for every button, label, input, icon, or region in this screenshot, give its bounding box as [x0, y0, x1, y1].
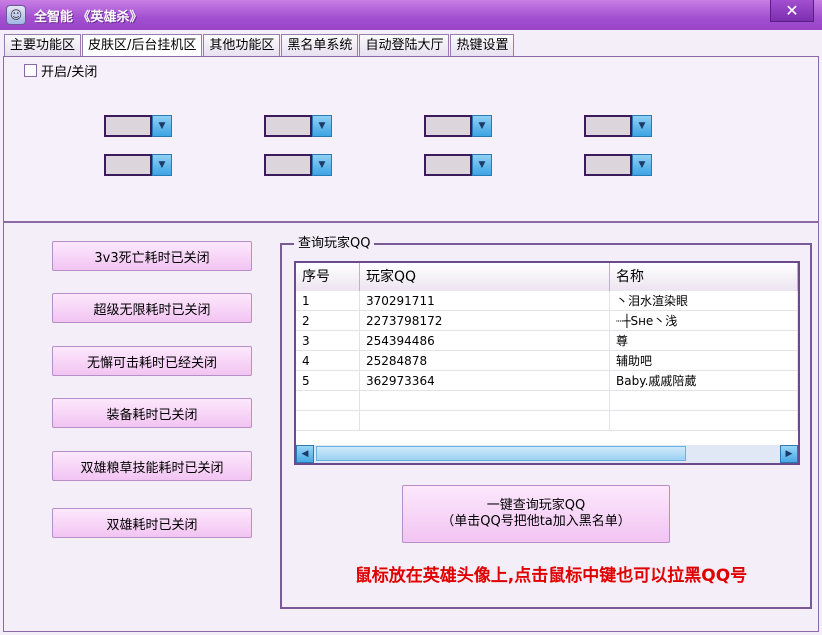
- skin-select-value: [264, 154, 312, 176]
- skin-select-value: [424, 115, 472, 137]
- chevron-down-icon[interactable]: ▼: [152, 115, 172, 137]
- row-qq[interactable]: 2273798172: [360, 311, 610, 331]
- toggle-3v3-death-delay-button[interactable]: 3v3死亡耗时已关闭: [52, 241, 252, 271]
- blacklist-hint-text: 鼠标放在英雄头像上,点击鼠标中键也可以拉黑QQ号: [354, 566, 748, 586]
- skin-select-7[interactable]: ▼: [424, 154, 494, 176]
- chevron-down-icon[interactable]: ▼: [632, 115, 652, 137]
- skin-select-4[interactable]: ▼: [584, 115, 654, 137]
- enable-checkbox-label: 开启/关闭: [41, 65, 98, 80]
- horizontal-scrollbar[interactable]: ◀ ▶: [296, 445, 798, 463]
- tab-main-functions[interactable]: 主要功能区: [4, 34, 82, 56]
- query-player-qq-group: 查询玩家QQ 序号 玩家QQ 名称 1 370291711 丶泪水渲染眼 2 2…: [280, 236, 812, 609]
- row-qq[interactable]: 254394486: [360, 331, 610, 351]
- chevron-down-icon[interactable]: ▼: [312, 115, 332, 137]
- toggle-duo-delay-button[interactable]: 双雄耗时已关闭: [52, 508, 252, 538]
- close-button[interactable]: ✕: [770, 0, 814, 22]
- query-button-title: 一键查询玩家QQ: [486, 498, 586, 513]
- row-name: 丶泪水渲染眼: [610, 291, 798, 311]
- afk-panel: 3v3死亡耗时已关闭 超级无限耗时已关闭 无懈可击耗时已经关闭 装备耗时已关闭 …: [3, 222, 819, 632]
- row-qq[interactable]: 370291711: [360, 291, 610, 311]
- row-index: 1: [296, 291, 360, 311]
- table-row[interactable]: 3 254394486 尊: [296, 331, 798, 351]
- tab-other-functions[interactable]: 其他功能区: [203, 34, 281, 56]
- skin-select-6[interactable]: ▼: [264, 154, 334, 176]
- scrollbar-thumb[interactable]: [316, 446, 686, 461]
- tab-skin-afk[interactable]: 皮肤区/后台挂机区: [82, 34, 203, 56]
- column-header-qq[interactable]: 玩家QQ: [360, 263, 610, 291]
- skin-select-2[interactable]: ▼: [264, 115, 334, 137]
- tab-hotkeys[interactable]: 热键设置: [450, 34, 515, 56]
- row-name: ┈┼Sне丶浅: [610, 311, 798, 331]
- query-player-qq-button[interactable]: 一键查询玩家QQ （单击QQ号把他ta加入黑名单）: [402, 485, 670, 543]
- chevron-down-icon[interactable]: ▼: [632, 154, 652, 176]
- window-title: 全智能 《英雄杀》: [34, 9, 143, 25]
- tab-auto-login[interactable]: 自动登陆大厅: [359, 34, 450, 56]
- row-index: 4: [296, 351, 360, 371]
- row-name: 辅助吧: [610, 351, 798, 371]
- chevron-down-icon[interactable]: ▼: [472, 154, 492, 176]
- skin-select-8[interactable]: ▼: [584, 154, 654, 176]
- skin-select-value: [584, 115, 632, 137]
- scroll-left-icon[interactable]: ◀: [296, 445, 314, 463]
- scroll-right-icon[interactable]: ▶: [780, 445, 798, 463]
- skin-select-5[interactable]: ▼: [104, 154, 174, 176]
- row-index: 3: [296, 331, 360, 351]
- empty-row: [296, 411, 798, 431]
- toggle-super-unlimited-delay-button[interactable]: 超级无限耗时已关闭: [52, 293, 252, 323]
- title-bar: ☺ 全智能 《英雄杀》 ✕: [0, 0, 822, 30]
- enable-toggle-row[interactable]: 开启/关闭: [24, 61, 97, 80]
- row-qq[interactable]: 362973364: [360, 371, 610, 391]
- skin-select-value: [104, 154, 152, 176]
- empty-row: [296, 391, 798, 411]
- enable-checkbox[interactable]: [24, 64, 37, 77]
- skin-select-value: [584, 154, 632, 176]
- row-name: Baby.戚戚陪葳: [610, 371, 798, 391]
- chevron-down-icon[interactable]: ▼: [152, 154, 172, 176]
- skin-select-3[interactable]: ▼: [424, 115, 494, 137]
- toggle-equipment-delay-button[interactable]: 装备耗时已关闭: [52, 398, 252, 428]
- skin-select-value: [264, 115, 312, 137]
- table-row[interactable]: 4 25284878 辅助吧: [296, 351, 798, 371]
- table-row[interactable]: 5 362973364 Baby.戚戚陪葳: [296, 371, 798, 391]
- toggle-duo-provision-skill-delay-button[interactable]: 双雄粮草技能耗时已关闭: [52, 451, 252, 481]
- toggle-nullification-delay-button[interactable]: 无懈可击耗时已经关闭: [52, 346, 252, 376]
- row-qq[interactable]: 25284878: [360, 351, 610, 371]
- tab-blacklist[interactable]: 黑名单系统: [281, 34, 359, 56]
- list-body: 1 370291711 丶泪水渲染眼 2 2273798172 ┈┼Sне丶浅 …: [296, 291, 798, 431]
- table-row[interactable]: 1 370291711 丶泪水渲染眼: [296, 291, 798, 311]
- column-header-index[interactable]: 序号: [296, 263, 360, 291]
- skin-settings-panel: 开启/关闭 ▼ ▼ ▼ ▼ ▼ ▼ ▼ ▼: [3, 56, 819, 222]
- query-button-subtitle: （单击QQ号把他ta加入黑名单）: [441, 514, 631, 529]
- skin-select-value: [424, 154, 472, 176]
- column-header-name[interactable]: 名称: [610, 263, 798, 291]
- skin-select-value: [104, 115, 152, 137]
- skin-select-1[interactable]: ▼: [104, 115, 174, 137]
- scrollbar-track[interactable]: [314, 445, 780, 463]
- row-name: 尊: [610, 331, 798, 351]
- row-index: 2: [296, 311, 360, 331]
- chevron-down-icon[interactable]: ▼: [312, 154, 332, 176]
- player-list[interactable]: 序号 玩家QQ 名称 1 370291711 丶泪水渲染眼 2 22737981…: [294, 261, 800, 465]
- tab-bar: 主要功能区 皮肤区/后台挂机区 其他功能区 黑名单系统 自动登陆大厅 热键设置: [4, 34, 515, 56]
- chevron-down-icon[interactable]: ▼: [472, 115, 492, 137]
- app-logo-icon: ☺: [6, 5, 26, 25]
- table-row[interactable]: 2 2273798172 ┈┼Sне丶浅: [296, 311, 798, 331]
- list-header: 序号 玩家QQ 名称: [296, 263, 798, 291]
- group-title: 查询玩家QQ: [294, 236, 375, 252]
- row-index: 5: [296, 371, 360, 391]
